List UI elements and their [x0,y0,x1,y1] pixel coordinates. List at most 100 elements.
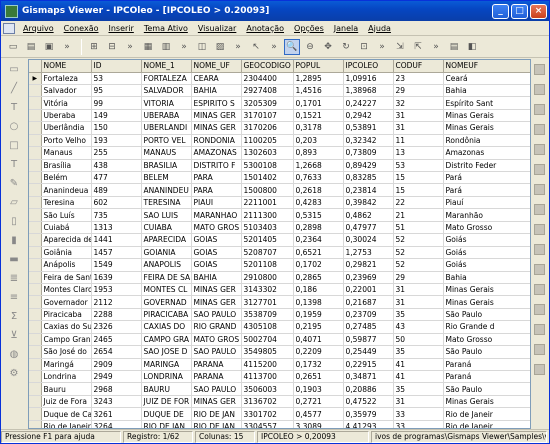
table-cell[interactable]: Caxias do Su [41,320,92,334]
table-cell[interactable]: GOIANIA [141,246,192,260]
table-cell[interactable]: 53 [393,159,444,173]
table-cell[interactable]: GOVERNAD [141,295,192,309]
menu-arquivo[interactable]: Arquivo [18,24,59,33]
table-cell[interactable]: 1,2895 [293,72,344,85]
pencil-tool-icon[interactable]: ✎ [6,176,22,190]
table-cell[interactable]: 1,2753 [343,246,394,260]
panel-icon[interactable] [533,224,545,235]
table-cell[interactable]: 1100205 [241,134,294,148]
table-cell[interactable]: BAHIA [191,84,242,98]
row-indicator[interactable] [29,308,42,322]
menu-opcoes[interactable]: Opções [289,24,329,33]
table-cell[interactable]: Londrina [41,370,92,384]
table-cell[interactable]: APARECIDA [141,233,192,247]
row-indicator[interactable] [29,221,42,235]
save-icon[interactable]: ▣ [41,39,57,55]
table-cell[interactable]: 4115200 [241,358,294,372]
table-cell[interactable]: SAO PAULO [191,308,242,322]
panel-icon[interactable] [533,244,545,255]
table-cell[interactable]: 22 [393,196,444,210]
table-cell[interactable]: LONDRINA [141,370,192,384]
table-cell[interactable]: Cuiabá [41,221,92,235]
menu-conexao[interactable]: Conexão [59,24,104,33]
table-cell[interactable]: Minas Gerais [443,109,530,123]
table-cell[interactable]: 3170107 [241,109,294,123]
table-cell[interactable]: Vitória [41,96,92,110]
table-cell[interactable]: 0,2898 [293,221,344,235]
row-indicator[interactable] [29,146,42,160]
square-tool-icon[interactable]: □ [6,138,22,152]
table-cell[interactable]: 52 [393,246,444,260]
table-cell[interactable]: 0,186 [293,283,344,297]
table-cell[interactable]: MANAUS [141,146,192,160]
table-cell[interactable]: São Paulo [443,308,530,322]
table-cell[interactable]: São José do [41,345,92,359]
chevron-right-icon[interactable]: » [374,39,390,55]
table-cell[interactable]: Anápolis [41,258,92,272]
table-cell[interactable]: Goiás [443,258,530,272]
table-cell[interactable]: 4,41293 [343,420,394,428]
pan-icon[interactable]: ✥ [320,39,336,55]
table-row[interactable]: Brasília 438 BRASILIA DISTRITO F 5300108 1,26… [29,159,530,173]
maximize-button[interactable]: □ [511,3,528,19]
table-cell[interactable]: 150 [91,121,142,135]
table-cell[interactable]: MINAS GER [191,283,242,297]
table-icon[interactable]: ▦ [140,39,156,55]
panel-icon[interactable] [533,104,545,115]
table-cell[interactable]: 51 [393,221,444,235]
table-cell[interactable]: 0,47522 [343,395,394,409]
table-cell[interactable]: Campo Gran [41,333,92,347]
table-row[interactable]: Anápolis 1549 ANAPOLIS GOIAS 5201108 0,1702 0,… [29,258,530,272]
table-cell[interactable]: Amazonas [443,146,530,160]
table-cell[interactable]: 2949 [91,370,142,384]
column-header[interactable]: NOME_UF [191,60,242,73]
row-indicator[interactable] [29,271,42,284]
filter-tool-icon[interactable]: ⊻ [6,328,22,342]
table-row[interactable]: Teresina 602 TERESINA PIAUI 2211001 0,4283 0,3… [29,196,530,210]
table-row[interactable]: Porto Velho 193 PORTO VEL RONDONIA 1100205 0,… [29,134,530,148]
table-cell[interactable]: PORTO VEL [141,134,192,148]
zoom-out-icon[interactable]: ⊖ [302,39,318,55]
table-cell[interactable]: 31 [393,295,444,309]
table-cell[interactable]: São Luís [41,208,92,222]
table-cell[interactable]: 438 [91,159,142,173]
table-cell[interactable]: 0,2364 [293,233,344,247]
row-indicator[interactable] [29,109,42,123]
row-indicator[interactable] [29,420,42,428]
close-button[interactable]: × [530,3,547,19]
table-cell[interactable]: 0,47977 [343,221,394,235]
table-cell[interactable]: 2211001 [241,196,294,210]
table-cell[interactable]: 15 [393,171,444,185]
table-cell[interactable]: ANANINDEU [141,183,192,197]
table-cell[interactable]: SAO PAULO [191,345,242,359]
table-row[interactable]: Uberaba 149 UBERABA MINAS GER 3170107 0,1521 0… [29,109,530,123]
table-cell[interactable]: 33 [393,420,444,428]
table-cell[interactable]: 0,39842 [343,196,394,210]
table-row[interactable]: Montes Claro 1953 MONTES CL MINAS GER 314330… [29,283,530,297]
table-cell[interactable]: UBERABA [141,109,192,123]
table-cell[interactable]: MARINGA [141,358,192,372]
table-cell[interactable]: 3136702 [241,395,294,409]
table-cell[interactable]: MINAS GER [191,109,242,123]
table-cell[interactable]: 35 [393,345,444,359]
row-indicator[interactable] [29,159,42,173]
table-cell[interactable]: 3243 [91,395,142,409]
panel-icon[interactable] [533,164,545,175]
column-header[interactable]: POPUL [293,60,344,73]
text-tool-icon[interactable]: T [6,100,22,114]
row-indicator[interactable] [29,295,42,309]
table-cell[interactable]: 489 [91,183,142,197]
row-indicator[interactable]: ▶ [29,72,42,85]
table-cell[interactable]: 2288 [91,308,142,322]
row-indicator[interactable] [29,233,42,247]
table-cell[interactable]: Minas Gerais [443,395,530,409]
table-cell[interactable]: CAMPO GRA [141,333,192,347]
panel-icon[interactable] [533,184,545,195]
table-cell[interactable]: 3,3089 [293,420,344,428]
table-cell[interactable]: 5103403 [241,221,294,235]
table-cell[interactable]: Montes Claro [41,283,92,297]
table-cell[interactable]: Piracicaba [41,308,92,322]
table-row[interactable]: Bauru 2968 BAURU SAO PAULO 3506003 0,1903 0,20… [29,382,530,396]
table-row[interactable]: São Luís 735 SAO LUIS MARANHAO 2111300 0,5315… [29,208,530,222]
table-cell[interactable]: 2304400 [241,72,294,85]
